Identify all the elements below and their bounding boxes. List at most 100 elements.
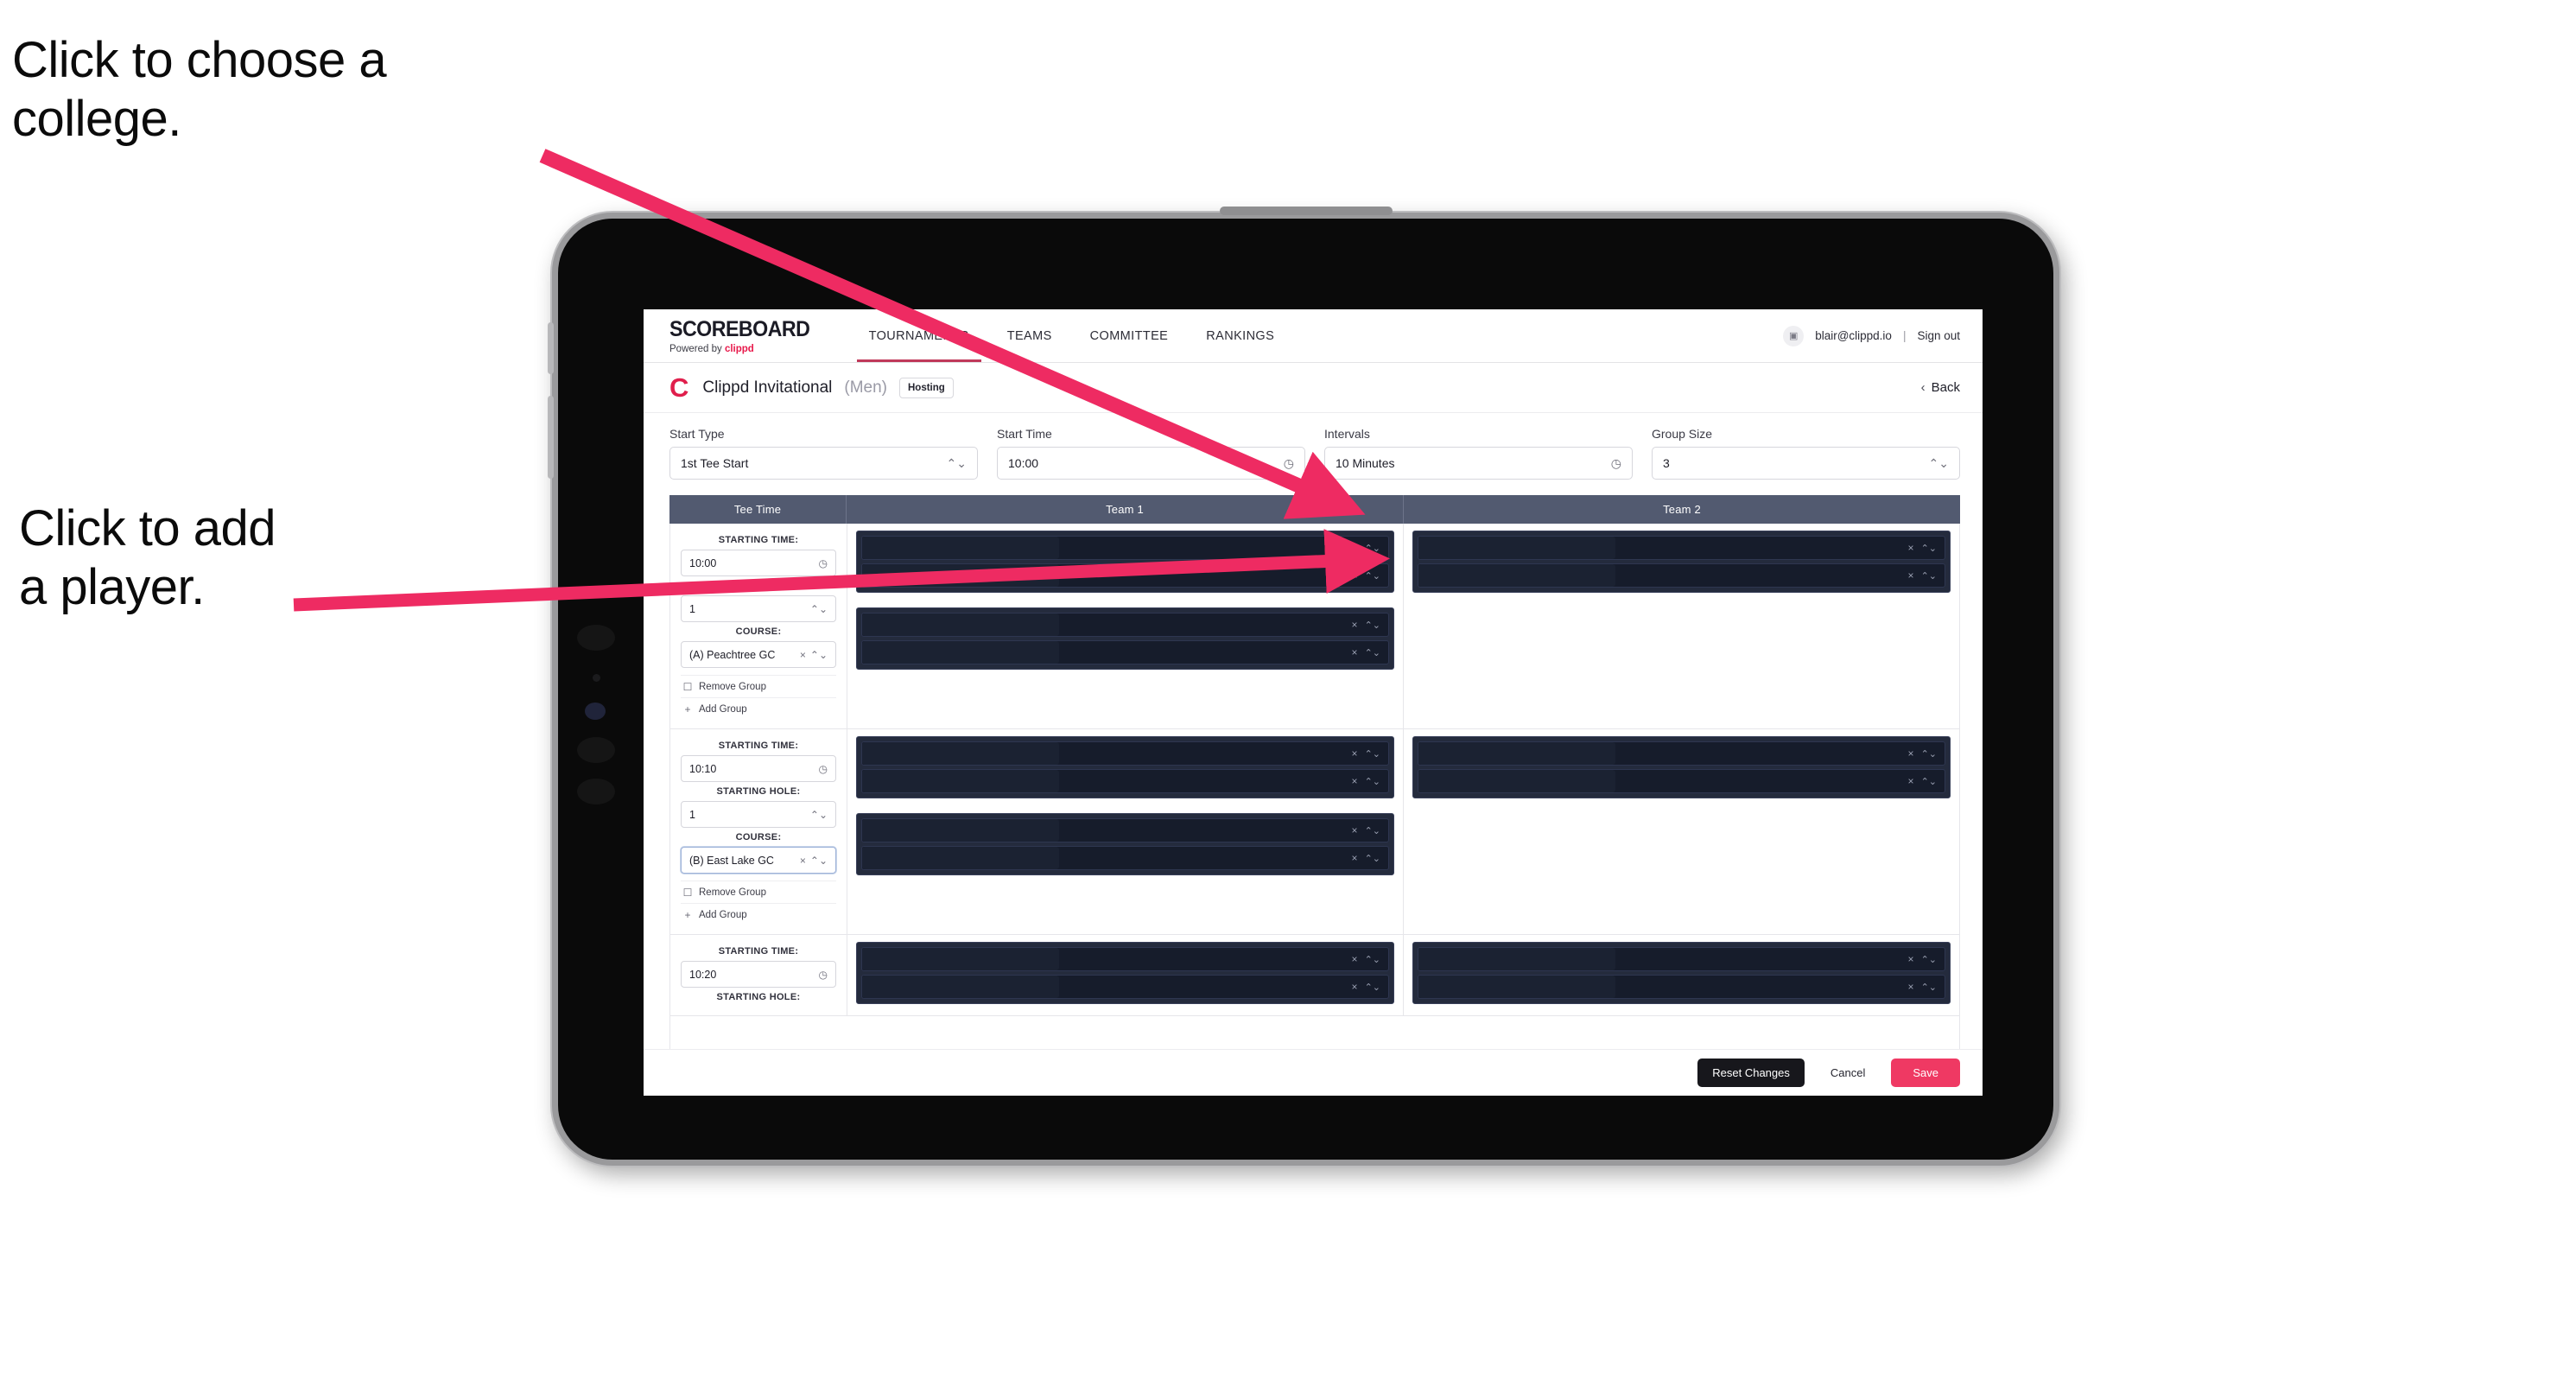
close-icon[interactable]: × bbox=[1352, 619, 1358, 631]
player-slot-row[interactable]: × ⌃⌄ bbox=[861, 846, 1389, 870]
volume-down-button[interactable] bbox=[548, 396, 554, 479]
player-slot-row[interactable]: × ⌃⌄ bbox=[861, 563, 1389, 588]
nav-tab-tournaments[interactable]: TOURNAMENTS bbox=[850, 309, 988, 362]
stepper-icon[interactable]: ⌃⌄ bbox=[1921, 776, 1937, 787]
stepper-icon[interactable]: ⌃⌄ bbox=[1365, 825, 1380, 836]
player-slot-row[interactable]: × ⌃⌄ bbox=[861, 975, 1389, 999]
player-slot-row[interactable]: × ⌃⌄ bbox=[861, 818, 1389, 842]
stepper-icon[interactable]: ⌃⌄ bbox=[1921, 570, 1937, 582]
stepper-icon[interactable]: ⌃⌄ bbox=[1365, 776, 1380, 787]
stepper-icon[interactable]: ⌃⌄ bbox=[947, 456, 967, 471]
input-starting-hole[interactable]: 1 ⌃⌄ bbox=[681, 801, 836, 828]
select-course[interactable]: (A) Peachtree GC × ⌃⌄ bbox=[681, 641, 836, 668]
player-slot-row[interactable]: × ⌃⌄ bbox=[861, 947, 1389, 971]
close-icon[interactable]: × bbox=[1352, 569, 1358, 582]
brand-logo[interactable]: SCOREBOARD Powered by clippd bbox=[669, 309, 850, 362]
player-name-redacted bbox=[1418, 742, 1615, 765]
stepper-icon[interactable]: ⌃⌄ bbox=[1365, 647, 1380, 658]
player-slot-row[interactable]: × ⌃⌄ bbox=[1418, 536, 1945, 560]
nav-tab-rankings[interactable]: RANKINGS bbox=[1187, 309, 1293, 362]
value-start-type: 1st Tee Start bbox=[681, 456, 749, 470]
stepper-icon[interactable]: ⌃⌄ bbox=[810, 603, 828, 615]
clock-icon[interactable]: ◷ bbox=[819, 557, 828, 569]
stepper-icon[interactable]: ⌃⌄ bbox=[1921, 543, 1937, 554]
stepper-icon[interactable]: ⌃⌄ bbox=[810, 649, 828, 661]
team-1-cell: × ⌃⌄ × ⌃⌄ × ⌃⌄ × ⌃⌄ bbox=[847, 729, 1404, 934]
stepper-icon[interactable]: ⌃⌄ bbox=[1365, 620, 1380, 631]
sign-out-link[interactable]: Sign out bbox=[1917, 329, 1960, 342]
remove-group-button[interactable]: ☐ Remove Group bbox=[681, 675, 836, 697]
player-slot-row[interactable]: × ⌃⌄ bbox=[861, 640, 1389, 664]
stepper-icon[interactable]: ⌃⌄ bbox=[1921, 748, 1937, 760]
label-starting-time: STARTING TIME: bbox=[718, 535, 799, 545]
value-intervals: 10 Minutes bbox=[1336, 456, 1395, 470]
clock-icon[interactable]: ◷ bbox=[1611, 456, 1621, 471]
player-name-redacted bbox=[862, 948, 1059, 970]
add-group-button[interactable]: + Add Group bbox=[681, 903, 836, 925]
stepper-icon[interactable]: ⌃⌄ bbox=[1365, 982, 1380, 993]
close-icon[interactable]: × bbox=[1908, 775, 1914, 787]
clear-course-icon[interactable]: × bbox=[800, 649, 806, 661]
player-name-redacted bbox=[862, 819, 1059, 842]
clock-icon[interactable]: ◷ bbox=[1284, 456, 1294, 471]
player-slot-row[interactable]: × ⌃⌄ bbox=[861, 613, 1389, 637]
clock-icon[interactable]: ◷ bbox=[819, 763, 828, 775]
input-starting-time[interactable]: 10:20 ◷ bbox=[681, 961, 836, 988]
close-icon[interactable]: × bbox=[1908, 542, 1914, 554]
player-slot-row[interactable]: × ⌃⌄ bbox=[1418, 947, 1945, 971]
close-icon[interactable]: × bbox=[1908, 953, 1914, 965]
close-icon[interactable]: × bbox=[1352, 981, 1358, 993]
player-slot-row[interactable]: × ⌃⌄ bbox=[1418, 769, 1945, 793]
player-slot-row[interactable]: × ⌃⌄ bbox=[861, 536, 1389, 560]
player-slot-row[interactable]: × ⌃⌄ bbox=[861, 741, 1389, 766]
nav-tab-teams[interactable]: TEAMS bbox=[988, 309, 1071, 362]
stepper-icon[interactable]: ⌃⌄ bbox=[1921, 954, 1937, 965]
stepper-icon[interactable]: ⌃⌄ bbox=[1929, 456, 1949, 471]
select-start-type[interactable]: 1st Tee Start ⌃⌄ bbox=[669, 447, 978, 480]
save-button[interactable]: Save bbox=[1891, 1059, 1960, 1087]
close-icon[interactable]: × bbox=[1908, 981, 1914, 993]
clear-course-icon[interactable]: × bbox=[800, 855, 806, 867]
stepper-icon[interactable]: ⌃⌄ bbox=[1365, 570, 1380, 582]
player-name-redacted bbox=[862, 641, 1059, 664]
remove-group-button[interactable]: ☐ Remove Group bbox=[681, 881, 836, 903]
stepper-icon[interactable]: ⌃⌄ bbox=[810, 855, 828, 867]
close-icon[interactable]: × bbox=[1352, 775, 1358, 787]
player-slot-row[interactable]: × ⌃⌄ bbox=[1418, 563, 1945, 588]
close-icon[interactable]: × bbox=[1352, 953, 1358, 965]
input-starting-time[interactable]: 10:10 ◷ bbox=[681, 755, 836, 782]
input-intervals[interactable]: 10 Minutes ◷ bbox=[1324, 447, 1633, 480]
stepper-icon[interactable]: ⌃⌄ bbox=[810, 809, 828, 821]
stepper-icon[interactable]: ⌃⌄ bbox=[1921, 982, 1937, 993]
input-starting-time[interactable]: 10:00 ◷ bbox=[681, 550, 836, 576]
reset-changes-button[interactable]: Reset Changes bbox=[1697, 1059, 1805, 1087]
player-slot-row[interactable]: × ⌃⌄ bbox=[1418, 741, 1945, 766]
close-icon[interactable]: × bbox=[1352, 646, 1358, 658]
player-group-block: × ⌃⌄ × ⌃⌄ bbox=[856, 942, 1394, 1004]
add-group-button[interactable]: + Add Group bbox=[681, 697, 836, 720]
close-icon[interactable]: × bbox=[1352, 542, 1358, 554]
player-slot-row[interactable]: × ⌃⌄ bbox=[861, 769, 1389, 793]
avatar-icon[interactable]: ▣ bbox=[1783, 325, 1805, 346]
close-icon[interactable]: × bbox=[1352, 747, 1358, 760]
player-slot-row[interactable]: × ⌃⌄ bbox=[1418, 975, 1945, 999]
close-icon[interactable]: × bbox=[1352, 852, 1358, 864]
stepper-icon[interactable]: ⌃⌄ bbox=[1365, 853, 1380, 864]
stepper-icon[interactable]: ⌃⌄ bbox=[1365, 748, 1380, 760]
label-start-time: Start Time bbox=[997, 427, 1052, 441]
close-icon[interactable]: × bbox=[1908, 569, 1914, 582]
stepper-icon[interactable]: ⌃⌄ bbox=[1365, 954, 1380, 965]
volume-up-button[interactable] bbox=[548, 322, 554, 374]
select-group-size[interactable]: 3 ⌃⌄ bbox=[1652, 447, 1960, 480]
input-starting-hole[interactable]: 1 ⌃⌄ bbox=[681, 595, 836, 622]
stepper-icon[interactable]: ⌃⌄ bbox=[1365, 543, 1380, 554]
close-icon[interactable]: × bbox=[1908, 747, 1914, 760]
nav-tab-committee[interactable]: COMMITTEE bbox=[1071, 309, 1188, 362]
close-icon[interactable]: × bbox=[1352, 824, 1358, 836]
clock-icon[interactable]: ◷ bbox=[819, 969, 828, 981]
input-start-time[interactable]: 10:00 ◷ bbox=[997, 447, 1305, 480]
cancel-button[interactable]: Cancel bbox=[1818, 1059, 1877, 1087]
back-button[interactable]: ‹ Back bbox=[1921, 380, 1960, 395]
label-group-size: Group Size bbox=[1652, 427, 1713, 441]
select-course[interactable]: (B) East Lake GC × ⌃⌄ bbox=[681, 847, 836, 874]
